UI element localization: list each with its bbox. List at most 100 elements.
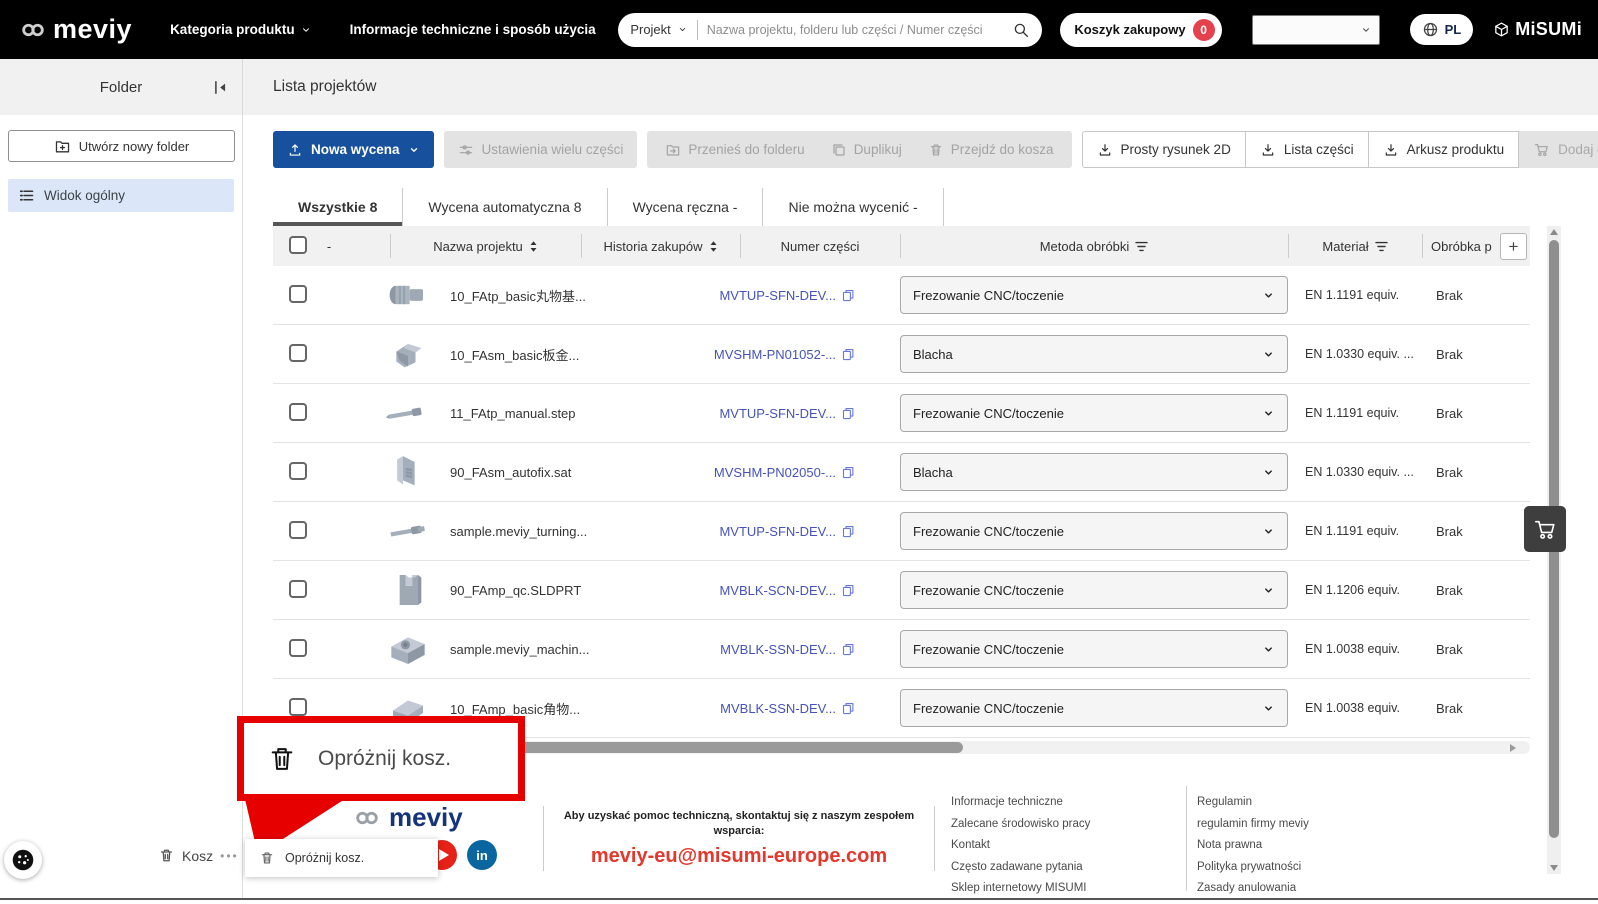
floating-cart-button[interactable] xyxy=(1524,506,1566,552)
row-checkbox[interactable] xyxy=(289,697,307,716)
tab-auto-quote[interactable]: Wycena automatyczna 8 xyxy=(403,188,608,226)
footer-link[interactable]: Informacje techniczne xyxy=(951,796,1090,808)
footer-link[interactable]: regulamin firmy meviy xyxy=(1197,818,1309,830)
table-row[interactable]: 10_FAtp_basic丸物基... MVTUP-SFN-DEV... Fre… xyxy=(273,266,1530,325)
method-select[interactable]: Blacha xyxy=(900,453,1288,491)
row-checkbox[interactable] xyxy=(289,579,307,598)
sidebar-item-overview[interactable]: Widok ogólny xyxy=(8,179,234,212)
column-name[interactable]: Nazwa projektu xyxy=(390,226,581,266)
tab-cannot-quote[interactable]: Nie można wycenić - xyxy=(763,188,944,226)
method-select[interactable]: Blacha xyxy=(900,335,1288,373)
new-quote-button[interactable]: Nowa wycena xyxy=(273,131,434,168)
part-number-link[interactable]: MVSHM-PN02050-... xyxy=(640,465,856,480)
part-number-link[interactable]: MVTUP-SFN-DEV... xyxy=(640,406,856,421)
footer-link[interactable]: Polityka prywatności xyxy=(1197,861,1309,873)
method-select[interactable]: Frezowanie CNC/toczenie xyxy=(900,571,1288,609)
footer-link[interactable]: Często zadawane pytania xyxy=(951,861,1090,873)
parts-list-button[interactable]: Lista części xyxy=(1244,131,1369,168)
part-number-link[interactable]: MVBLK-SSN-DEV... xyxy=(640,642,856,657)
method-select[interactable]: Frezowanie CNC/toczenie xyxy=(900,689,1288,727)
search-scope-select[interactable]: Projekt xyxy=(630,22,687,37)
multi-part-settings-button[interactable]: Ustawienia wielu części xyxy=(443,131,638,168)
method-select[interactable]: Frezowanie CNC/toczenie xyxy=(900,276,1288,314)
select-all-checkbox[interactable] xyxy=(289,236,307,254)
search-icon[interactable] xyxy=(1012,21,1030,39)
header-dropdown[interactable] xyxy=(1251,14,1380,45)
row-checkbox[interactable] xyxy=(289,402,307,421)
project-name: 10_FAmp_basic角物... xyxy=(450,701,581,717)
page-header-strip: Folder Lista projektów xyxy=(0,59,1598,115)
table-row[interactable]: sample.meviy_machin... MVBLK-SSN-DEV... … xyxy=(273,620,1530,679)
table-row[interactable]: 90_FAmp_qc.SLDPRT MVBLK-SCN-DEV... Frezo… xyxy=(273,561,1530,620)
part-number-link[interactable]: MVSHM-PN01052-... xyxy=(640,347,856,362)
copy-icon[interactable] xyxy=(841,406,856,421)
table-row[interactable]: sample.meviy_turning... MVTUP-SFN-DEV...… xyxy=(273,502,1530,561)
collapse-sidebar-button[interactable] xyxy=(212,79,229,96)
add-column-button[interactable]: + xyxy=(1500,233,1527,260)
column-history[interactable]: Historia zakupów xyxy=(581,226,740,266)
row-checkbox[interactable] xyxy=(289,638,307,657)
footer-link[interactable]: Sklep internetowy MISUMI xyxy=(951,882,1090,894)
copy-icon[interactable] xyxy=(841,465,856,480)
row-checkbox[interactable] xyxy=(289,520,307,539)
row-checkbox[interactable] xyxy=(289,343,307,362)
column-material[interactable]: Materiał xyxy=(1288,226,1422,266)
footer-link[interactable]: Zalecane środowisko pracy xyxy=(951,818,1090,830)
part-number-link[interactable]: MVBLK-SCN-DEV... xyxy=(640,583,856,598)
copy-icon[interactable] xyxy=(841,642,856,657)
copy-icon[interactable] xyxy=(841,524,856,539)
cookie-settings-button[interactable] xyxy=(4,841,42,879)
page-title: Lista projektów xyxy=(273,78,377,95)
footer-meviy-logo[interactable]: meviy xyxy=(349,802,463,833)
processing-value: Brak xyxy=(1436,582,1463,598)
copy-icon[interactable] xyxy=(841,583,856,598)
duplicate-button[interactable]: Duplikuj xyxy=(831,142,902,158)
more-dots-icon[interactable]: ••• xyxy=(220,849,239,863)
material-value: EN 1.0330 equiv. ... xyxy=(1305,347,1414,361)
menu-product-category[interactable]: Kategoria produktu xyxy=(170,22,312,37)
copy-icon[interactable] xyxy=(841,347,856,362)
scroll-right-arrow-icon[interactable] xyxy=(1510,744,1516,752)
search-input[interactable] xyxy=(706,22,1013,37)
row-checkbox[interactable] xyxy=(289,284,307,303)
scroll-down-arrow-icon[interactable] xyxy=(1550,865,1558,871)
processing-value: Brak xyxy=(1436,287,1463,303)
linkedin-icon[interactable]: in xyxy=(467,840,497,870)
method-select[interactable]: Frezowanie CNC/toczenie xyxy=(900,630,1288,668)
column-method[interactable]: Metoda obróbki xyxy=(900,226,1288,266)
add-to-cart-button[interactable]: Dodaj do koszyka xyxy=(1519,131,1598,168)
create-folder-button[interactable]: Utwórz nowy folder xyxy=(8,130,235,162)
support-email-link[interactable]: meviy-eu@misumi-europe.com xyxy=(556,845,922,868)
cart-button[interactable]: Koszyk zakupowy 0 xyxy=(1060,12,1222,47)
tab-manual-quote[interactable]: Wycena ręczna - xyxy=(608,188,764,226)
move-to-trash-button[interactable]: Przejdź do kosza xyxy=(928,142,1054,158)
footer-link[interactable]: Kontakt xyxy=(951,839,1090,851)
product-sheet-button[interactable]: Arkusz produktu xyxy=(1367,131,1520,168)
scroll-up-arrow-icon[interactable] xyxy=(1550,229,1558,235)
simple-2d-drawing-button[interactable]: Prosty rysunek 2D xyxy=(1081,131,1246,168)
footer-link[interactable]: Zasady anulowania xyxy=(1197,882,1309,894)
footer-link[interactable]: Regulamin xyxy=(1197,796,1309,808)
table-row[interactable]: 90_FAsm_autofix.sat MVSHM-PN02050-... Bl… xyxy=(273,443,1530,502)
copy-icon[interactable] xyxy=(841,288,856,303)
part-number-link[interactable]: MVTUP-SFN-DEV... xyxy=(640,288,856,303)
tab-all[interactable]: Wszystkie 8 xyxy=(273,188,404,226)
copy-icon[interactable] xyxy=(841,701,856,716)
menu-technical-info[interactable]: Informacje techniczne i sposób użycia xyxy=(350,22,596,37)
meviy-logo[interactable]: meviy xyxy=(16,14,132,45)
table-row[interactable]: 11_FAtp_manual.step MVTUP-SFN-DEV... Fre… xyxy=(273,384,1530,443)
row-checkbox[interactable] xyxy=(289,461,307,480)
language-button[interactable]: PL xyxy=(1409,14,1474,45)
move-to-folder-button[interactable]: Przenieś do folderu xyxy=(665,142,805,158)
method-select[interactable]: Frezowanie CNC/toczenie xyxy=(900,512,1288,550)
misumi-logo[interactable]: MiSUMi xyxy=(1493,19,1582,40)
part-number-link[interactable]: MVTUP-SFN-DEV... xyxy=(640,524,856,539)
trash-icon xyxy=(930,143,941,156)
part-number-link[interactable]: MVBLK-SSN-DEV... xyxy=(640,701,856,716)
trash-bin-control[interactable]: Kosz ••• xyxy=(158,847,239,864)
table-row[interactable]: 10_FAsm_basic板金... MVSHM-PN01052-... Bla… xyxy=(273,325,1530,384)
method-select[interactable]: Frezowanie CNC/toczenie xyxy=(900,394,1288,432)
footer-link[interactable]: Nota prawna xyxy=(1197,839,1309,851)
processing-value: Brak xyxy=(1436,700,1463,716)
empty-trash-menu-item[interactable]: Opróżnij kosz. xyxy=(245,839,438,877)
